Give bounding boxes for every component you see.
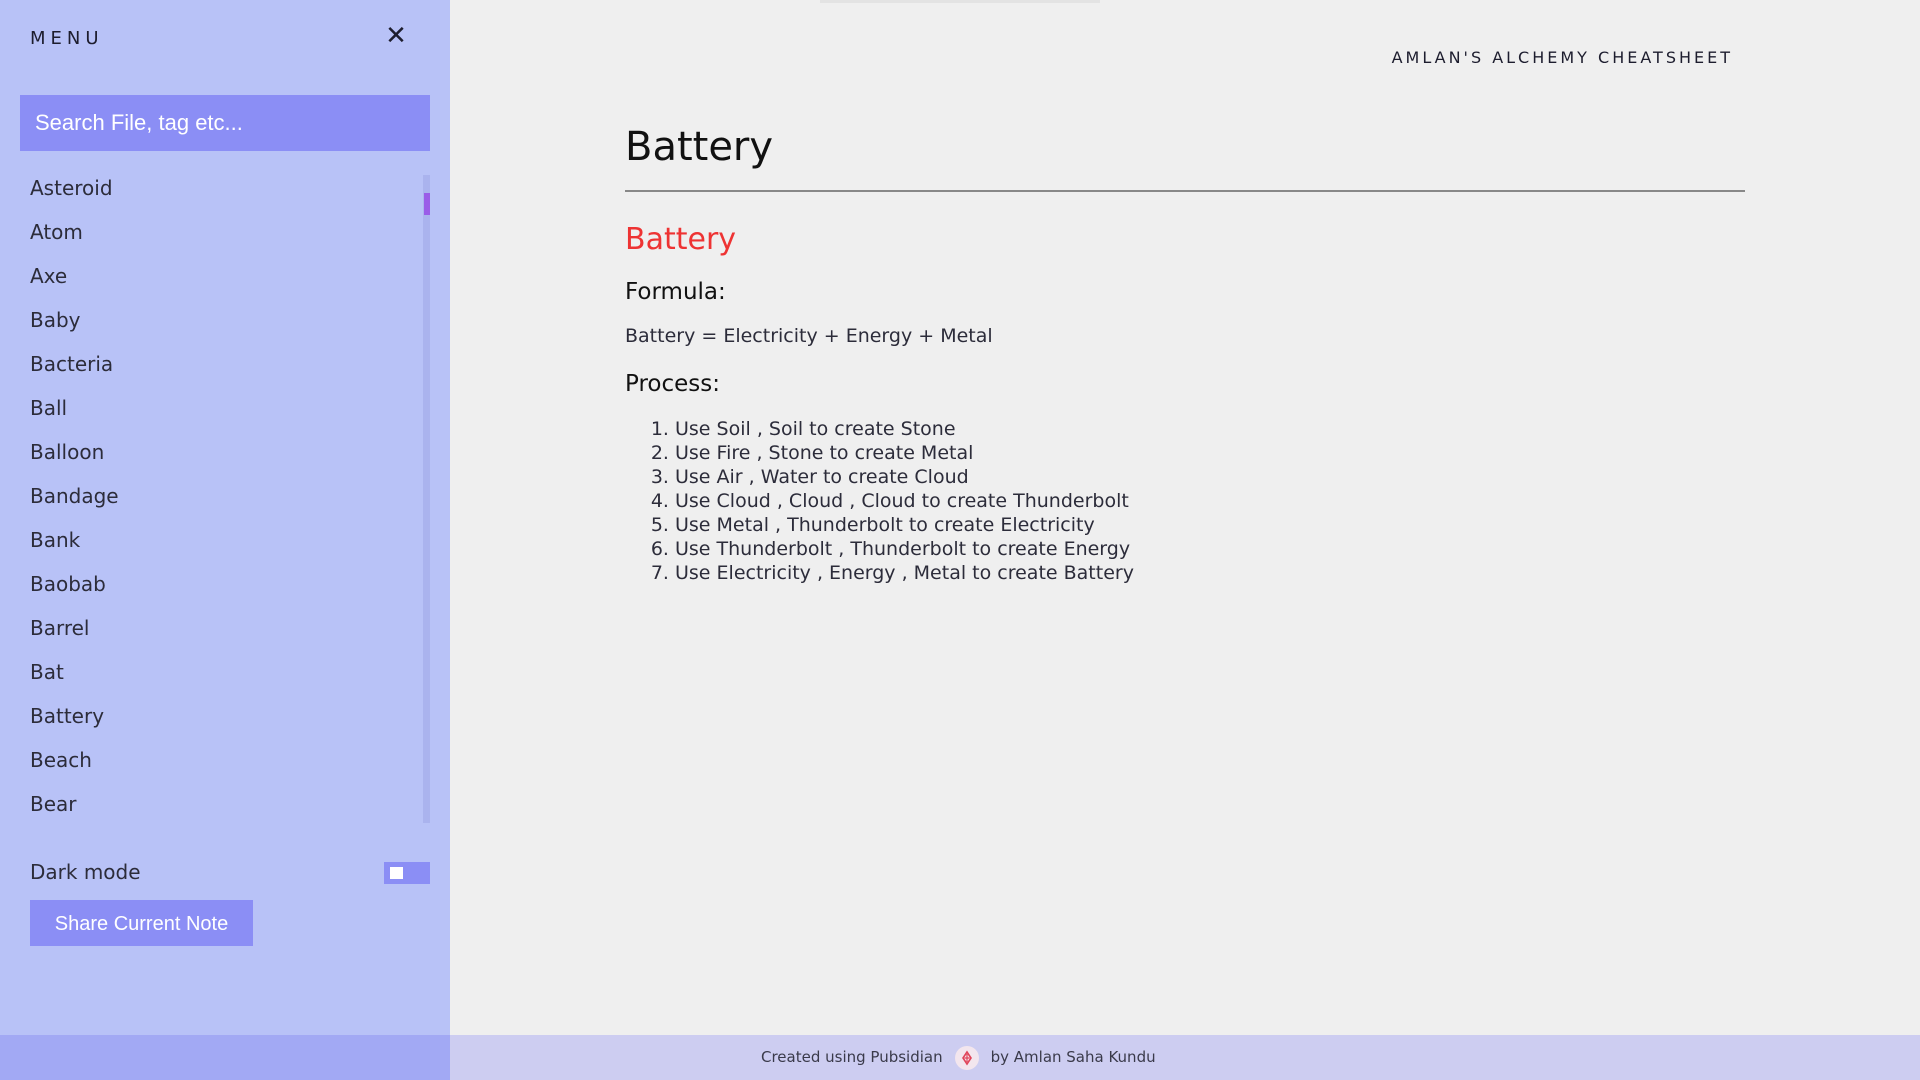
footer-sidebar-strip xyxy=(0,1035,450,1080)
file-list: Asteroid Atom Axe Baby Bacteria Ball Bal… xyxy=(0,170,430,825)
page-title: Battery xyxy=(625,124,774,170)
sidebar-item-bat[interactable]: Bat xyxy=(0,654,430,698)
note-heading: Battery xyxy=(625,222,737,257)
formula-heading: Formula: xyxy=(625,279,726,305)
process-steps: Use Soil , Soil to create Stone Use Fire… xyxy=(625,417,1745,585)
note-content: Battery Battery Formula: Battery = Elect… xyxy=(625,120,1745,585)
sidebar-item-axe[interactable]: Axe xyxy=(0,258,430,302)
menu-title: MENU xyxy=(30,28,104,49)
close-icon: ✕ xyxy=(385,21,407,51)
file-list-scroll-thumb[interactable] xyxy=(424,193,430,215)
sidebar-item-barrel[interactable]: Barrel xyxy=(0,610,430,654)
sidebar-item-battery[interactable]: Battery xyxy=(0,698,430,742)
process-step: Use Thunderbolt , Thunderbolt to create … xyxy=(675,537,1745,561)
footer-author-text[interactable]: by Amlan Saha Kundu xyxy=(991,1035,1156,1080)
sidebar-item-baobab[interactable]: Baobab xyxy=(0,566,430,610)
process-step: Use Electricity , Energy , Metal to crea… xyxy=(675,561,1745,585)
file-list-scrollbar[interactable] xyxy=(423,175,430,823)
search-input[interactable] xyxy=(20,95,430,151)
footer-created-text: Created using Pubsidian xyxy=(761,1048,943,1066)
footer: Created using Pubsidian by Amlan Saha Ku… xyxy=(450,1035,1920,1080)
process-heading: Process: xyxy=(625,371,720,397)
formula-text: Battery = Electricity + Energy + Metal xyxy=(625,325,993,347)
dark-mode-label: Dark mode xyxy=(30,860,141,884)
process-step: Use Cloud , Cloud , Cloud to create Thun… xyxy=(675,489,1745,513)
process-step: Use Metal , Thunderbolt to create Electr… xyxy=(675,513,1745,537)
sidebar-item-bank[interactable]: Bank xyxy=(0,522,430,566)
close-menu-button[interactable]: ✕ xyxy=(383,22,409,50)
pubsidian-logo-icon[interactable] xyxy=(954,1045,979,1070)
process-step: Use Air , Water to create Cloud xyxy=(675,465,1745,489)
sidebar-item-ball[interactable]: Ball xyxy=(0,390,430,434)
sidebar-item-bacteria[interactable]: Bacteria xyxy=(0,346,430,390)
sidebar-item-beach[interactable]: Beach xyxy=(0,742,430,786)
sidebar: MENU ✕ Asteroid Atom Axe Baby Bacteria B… xyxy=(0,0,450,1035)
title-divider xyxy=(625,190,1745,192)
sidebar-item-atom[interactable]: Atom xyxy=(0,214,430,258)
top-shadow xyxy=(820,0,1100,3)
process-step: Use Soil , Soil to create Stone xyxy=(675,417,1745,441)
sidebar-item-balloon[interactable]: Balloon xyxy=(0,434,430,478)
sidebar-item-asteroid[interactable]: Asteroid xyxy=(0,170,430,214)
sidebar-item-bear[interactable]: Bear xyxy=(0,786,430,825)
process-step: Use Fire , Stone to create Metal xyxy=(675,441,1745,465)
site-title[interactable]: AMLAN'S ALCHEMY CHEATSHEET xyxy=(1392,48,1733,67)
dark-mode-toggle[interactable] xyxy=(384,862,430,884)
sidebar-item-bandage[interactable]: Bandage xyxy=(0,478,430,522)
toggle-knob xyxy=(390,867,403,879)
footer-credit: Created using Pubsidian by Amlan Saha Ku… xyxy=(761,1035,1156,1080)
sidebar-item-baby[interactable]: Baby xyxy=(0,302,430,346)
share-note-button[interactable]: Share Current Note xyxy=(30,900,253,946)
